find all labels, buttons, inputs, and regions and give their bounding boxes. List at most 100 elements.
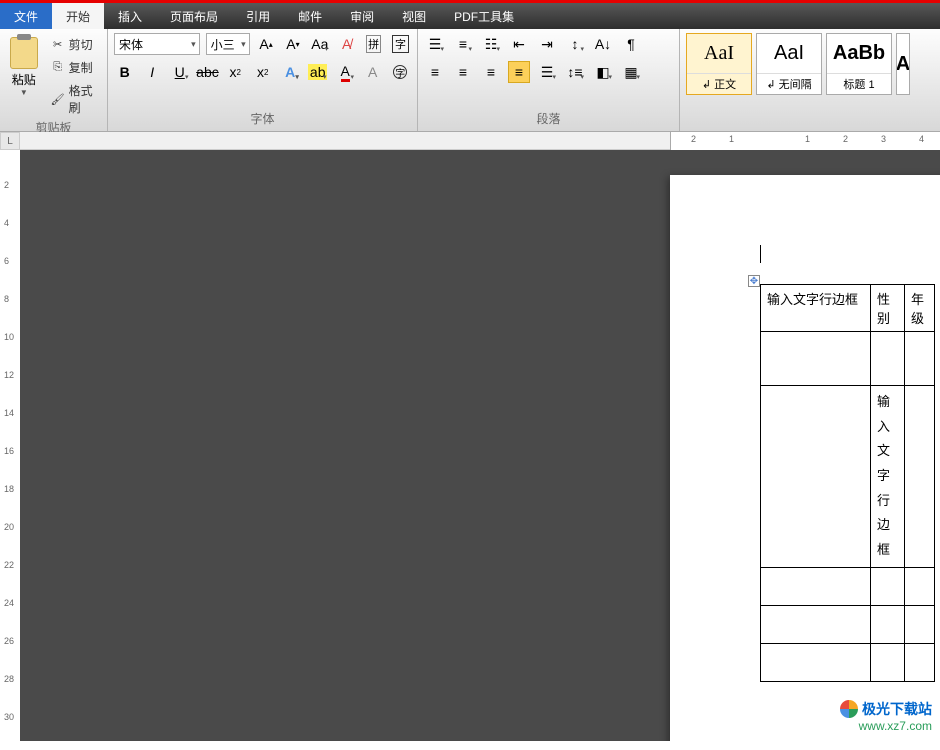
- ribbon-group-font: 宋体 小三 A▴ A▾ Aa A̸ 拼 字 B I U abc x2 x2 A …: [108, 29, 418, 131]
- align-left-button[interactable]: ≡: [424, 61, 446, 83]
- ruler-v-tick: 28: [4, 674, 14, 684]
- table-cell[interactable]: [905, 332, 935, 386]
- italic-button[interactable]: I: [141, 61, 162, 83]
- format-painter-button[interactable]: 🖌格式刷: [48, 81, 101, 117]
- multilevel-list-button[interactable]: ☷: [480, 33, 502, 55]
- copy-label: 复制: [69, 59, 93, 76]
- horizontal-ruler[interactable]: 2 1 1 2 3 4: [20, 132, 940, 150]
- table-row[interactable]: [761, 643, 935, 681]
- table-move-handle[interactable]: ✥: [748, 275, 760, 287]
- cut-button[interactable]: ✂剪切: [48, 35, 101, 54]
- table-cell[interactable]: [871, 332, 905, 386]
- menu-tab-references[interactable]: 引用: [232, 3, 284, 29]
- table-cell[interactable]: [761, 605, 871, 643]
- subscript-button[interactable]: x2: [224, 61, 245, 83]
- vertical-ruler[interactable]: 2 4 6 8 10 12 14 16 18 20 22 24 26 28 30: [0, 150, 20, 741]
- document-table[interactable]: 输入文字行边框 性别 年级 输入 文字 行边 框: [760, 284, 935, 682]
- table-cell[interactable]: [761, 386, 871, 568]
- copy-button[interactable]: ⎘ 复制: [48, 58, 101, 77]
- table-cell[interactable]: [871, 643, 905, 681]
- menu-tab-insert[interactable]: 插入: [104, 3, 156, 29]
- bullets-button[interactable]: ☰: [424, 33, 446, 55]
- sort-button[interactable]: A↓: [592, 33, 614, 55]
- font-size-value: 小三: [211, 36, 235, 53]
- watermark-name: 极光下载站: [862, 699, 932, 719]
- style-label: ↲ 正文: [687, 73, 751, 94]
- enclose-char-button[interactable]: 字: [389, 61, 410, 83]
- style-preview: AaBb: [827, 34, 891, 73]
- strikethrough-button[interactable]: abc: [196, 61, 218, 83]
- grow-font-button[interactable]: A▴: [256, 33, 277, 55]
- table-row[interactable]: [761, 605, 935, 643]
- phonetic-guide-button[interactable]: 拼: [363, 33, 384, 55]
- table-cell[interactable]: 年级: [905, 285, 935, 332]
- align-center-button[interactable]: ≡: [452, 61, 474, 83]
- table-cell[interactable]: [905, 605, 935, 643]
- table-cell[interactable]: [761, 332, 871, 386]
- ruler-v-tick: 26: [4, 636, 14, 646]
- font-name-combo[interactable]: 宋体: [114, 33, 200, 55]
- text-direction-button[interactable]: ↕: [564, 33, 586, 55]
- paste-label: 粘贴: [12, 71, 36, 88]
- table-cell[interactable]: [905, 567, 935, 605]
- ruler-v-tick: 24: [4, 598, 14, 608]
- underline-button[interactable]: U: [169, 61, 190, 83]
- text-effects-button[interactable]: A: [279, 61, 300, 83]
- ruler-h-tick: 1: [729, 134, 734, 144]
- char-border-button[interactable]: 字: [390, 33, 411, 55]
- table-cell[interactable]: 输入文字行边框: [761, 285, 871, 332]
- table-row[interactable]: 输入文字行边框 性别 年级: [761, 285, 935, 332]
- borders-button[interactable]: ▦: [620, 61, 642, 83]
- shrink-font-button[interactable]: A▾: [283, 33, 304, 55]
- shading-button[interactable]: ◧: [592, 61, 614, 83]
- justify-button[interactable]: ≡: [508, 61, 530, 83]
- numbering-button[interactable]: ≡: [452, 33, 474, 55]
- table-cell[interactable]: [871, 605, 905, 643]
- cell-line: 输入: [877, 394, 890, 434]
- copy-icon: ⎘: [51, 61, 65, 75]
- ruler-corner[interactable]: L: [0, 132, 20, 150]
- change-case-button[interactable]: Aa: [309, 33, 330, 55]
- font-size-combo[interactable]: 小三: [206, 33, 250, 55]
- cell-line: 文字: [877, 443, 890, 483]
- table-cell[interactable]: 性别: [871, 285, 905, 332]
- menu-tab-home[interactable]: 开始: [52, 3, 104, 29]
- menu-tab-view[interactable]: 视图: [388, 3, 440, 29]
- table-cell[interactable]: [905, 386, 935, 568]
- style-normal[interactable]: AaI ↲ 正文: [686, 33, 752, 95]
- distribute-button[interactable]: ☰: [536, 61, 558, 83]
- style-more[interactable]: A: [896, 33, 910, 95]
- table-cell[interactable]: [761, 567, 871, 605]
- font-color-button[interactable]: A: [334, 61, 355, 83]
- menu-tab-page-layout[interactable]: 页面布局: [156, 3, 232, 29]
- increase-indent-button[interactable]: ⇥: [536, 33, 558, 55]
- paste-button[interactable]: 粘贴 ▼: [6, 33, 42, 97]
- font-name-value: 宋体: [119, 36, 143, 53]
- menu-tab-pdf-tools[interactable]: PDF工具集: [440, 3, 528, 29]
- highlight-button[interactable]: ab: [307, 61, 329, 83]
- bold-button[interactable]: B: [114, 61, 135, 83]
- table-cell[interactable]: [871, 567, 905, 605]
- table-cell[interactable]: 输入 文字 行边 框: [871, 386, 905, 568]
- style-no-spacing[interactable]: AaI ↲ 无间隔: [756, 33, 822, 95]
- clear-format-button[interactable]: A̸: [336, 33, 357, 55]
- menu-tab-file[interactable]: 文件: [0, 3, 52, 29]
- align-right-button[interactable]: ≡: [480, 61, 502, 83]
- superscript-button[interactable]: x2: [252, 61, 273, 83]
- decrease-indent-button[interactable]: ⇤: [508, 33, 530, 55]
- menu-tab-review[interactable]: 审阅: [336, 3, 388, 29]
- ribbon-group-clipboard: 粘贴 ▼ ✂剪切 ⎘复制 🖌格式刷 剪贴板: [0, 29, 108, 131]
- table-row[interactable]: [761, 332, 935, 386]
- line-spacing-button[interactable]: ↕≡: [564, 61, 586, 83]
- paste-dropdown-arrow[interactable]: ▼: [20, 88, 28, 97]
- ribbon-group-paragraph: ☰ ≡ ☷ ⇤ ⇥ ↕ A↓ ¶ ≡ ≡ ≡ ≡ ☰ ↕≡ ◧ ▦ 段落: [418, 29, 680, 131]
- table-row[interactable]: 输入 文字 行边 框: [761, 386, 935, 568]
- ruler-h-tick: 2: [843, 134, 848, 144]
- show-marks-button[interactable]: ¶: [620, 33, 642, 55]
- table-cell[interactable]: [905, 643, 935, 681]
- table-cell[interactable]: [761, 643, 871, 681]
- char-shading-button[interactable]: A: [362, 61, 383, 83]
- style-heading-1[interactable]: AaBb 标题 1: [826, 33, 892, 95]
- menu-tab-mail[interactable]: 邮件: [284, 3, 336, 29]
- table-row[interactable]: [761, 567, 935, 605]
